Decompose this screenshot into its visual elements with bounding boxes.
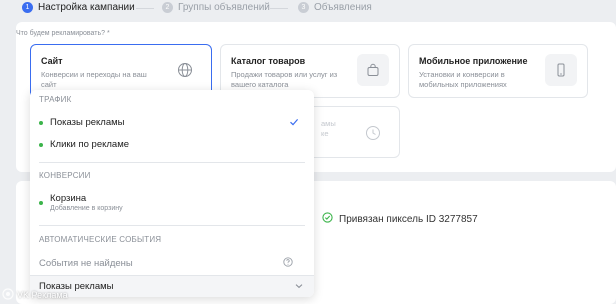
option-title: Мобильное приложение <box>419 56 528 66</box>
pixel-status: Привязан пиксель ID 3277857 <box>322 212 478 226</box>
section-header-auto-events: АВТОМАТИЧЕСКИЕ СОБЫТИЯ <box>39 235 162 244</box>
step-number: 1 <box>22 2 33 13</box>
step-label: Объявления <box>314 2 372 13</box>
empty-state: События не найдены <box>39 257 307 270</box>
option-title-partial: амы <box>321 119 336 128</box>
option-title: Каталог товаров <box>231 56 306 66</box>
step-connector <box>270 8 288 9</box>
chevron-down-icon <box>294 281 304 294</box>
step-connector <box>136 8 154 9</box>
vk-logo-icon <box>2 288 14 302</box>
menu-item-text: Корзина Добавление в корзину <box>50 193 123 212</box>
step-number: 2 <box>162 2 173 13</box>
status-dot-icon <box>39 142 43 147</box>
menu-item-sublabel: Добавление в корзину <box>50 205 123 212</box>
watermark: VK Реклама <box>2 288 68 302</box>
status-dot-icon <box>39 201 43 205</box>
step-number: 3 <box>298 2 309 13</box>
clock-icon <box>357 117 389 149</box>
option-mobile-app[interactable]: Мобильное приложение Установки и конверс… <box>408 44 588 98</box>
menu-item-label: Показы рекламы <box>50 117 125 128</box>
advertise-question: Что будем рекламировать? * <box>16 30 110 37</box>
menu-item-label: Корзина <box>50 193 87 204</box>
phone-icon <box>545 54 577 86</box>
menu-item-cart[interactable]: Корзина Добавление в корзину <box>39 193 307 212</box>
step-label: Группы объявлений <box>178 2 270 13</box>
option-desc-partial: ке <box>321 129 329 138</box>
section-header-traffic: ТРАФИК <box>39 95 72 104</box>
step-ad-groups[interactable]: 2 Группы объявлений <box>162 2 270 13</box>
event-select[interactable]: Показы рекламы <box>30 275 314 297</box>
checkmark-icon <box>289 117 299 130</box>
menu-item-label: Клики по рекламе <box>50 139 130 150</box>
bag-icon <box>357 54 389 86</box>
empty-state-label: События не найдены <box>39 258 133 269</box>
step-ads[interactable]: 3 Объявления <box>298 2 372 13</box>
section-header-conversions: КОНВЕРСИИ <box>39 171 91 180</box>
watermark-text: VK Реклама <box>17 290 68 300</box>
option-title: Сайт <box>41 56 63 66</box>
event-dropdown-menu: ТРАФИК Показы рекламы Клики по рекламе К… <box>30 90 314 297</box>
divider <box>39 162 305 163</box>
step-label: Настройка кампании <box>38 2 135 13</box>
divider <box>39 225 305 226</box>
check-circle-icon <box>322 212 333 226</box>
option-description: Конверсии и переходы на ваш сайт <box>41 70 147 89</box>
pixel-label: Привязан пиксель ID 3277857 <box>339 213 478 225</box>
status-dot-icon <box>39 120 43 125</box>
option-description: Продажи товаров или услуг из вашего ката… <box>231 70 338 89</box>
help-icon[interactable] <box>283 257 293 270</box>
globe-icon <box>169 54 201 86</box>
stepper: 1 Настройка кампании 2 Группы объявлений… <box>0 0 616 18</box>
step-campaign-settings[interactable]: 1 Настройка кампании <box>22 2 135 13</box>
menu-item-impressions[interactable]: Показы рекламы <box>39 117 307 128</box>
menu-item-clicks[interactable]: Клики по рекламе <box>39 139 307 150</box>
option-description: Установки и конверсии в мобильных прилож… <box>419 70 507 89</box>
